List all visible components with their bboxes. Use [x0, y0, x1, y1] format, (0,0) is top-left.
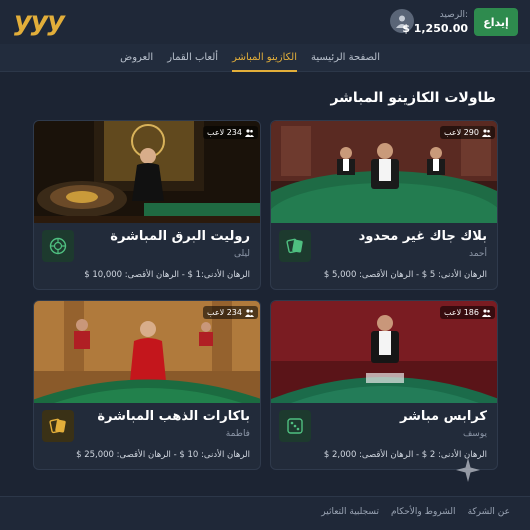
table-card-golden-baccarat[interactable]: 234 لاعب باكارات الذهب المباشرة فاطمة ال… [33, 300, 261, 470]
section-title: طاولات الكازينو المباشر [330, 90, 496, 106]
footer-link-terms[interactable]: الشروط والأحكام [391, 507, 456, 517]
nav-item-home[interactable]: الصفحة الرئيسية [311, 44, 380, 72]
bet-limits: الرهان الأدنى: 5 $ - الرهان الأقصى: 5,00… [323, 270, 487, 280]
table-card-blackjack[interactable]: 290 لاعب بلاك جاك غير محدود أحمد الرهان … [270, 120, 498, 290]
player-count: 290 لاعب [439, 126, 495, 139]
player-count: 186 لاعب [439, 306, 495, 319]
dealer-name: فاطمة [225, 429, 250, 439]
nav-item-promotions[interactable]: العروض [120, 44, 153, 72]
roulette-thumbnail: 234 لاعب [34, 121, 260, 223]
balance-value: $ 1,250.00 [402, 22, 468, 35]
players-icon [245, 308, 254, 317]
roulette-icon [42, 230, 74, 262]
nav-item-gambling-games[interactable]: ألعاب القمار [167, 44, 218, 72]
logo[interactable]: yyy [14, 6, 65, 37]
table-card-craps[interactable]: 186 لاعب كرابس مباشر يوسف الرهان الأدنى:… [270, 300, 498, 470]
table-title: بلاك جاك غير محدود [358, 229, 487, 244]
table-card-lightning-roulette[interactable]: 234 لاعب روليت البرق المباشرة ليلى الرها… [33, 120, 261, 290]
bet-limits: الرهان الأدنى: 10 $ - الرهان الأقصى: 25,… [76, 450, 250, 460]
dealer-name: أحمد [469, 249, 487, 259]
table-title: روليت البرق المباشرة [110, 229, 250, 244]
players-icon [482, 308, 491, 317]
players-icon [482, 128, 491, 137]
dealer-name: يوسف [462, 429, 487, 439]
dice-icon [279, 410, 311, 442]
top-bar: yyy الرصيد: $ 1,250.00 إيداع [0, 0, 530, 44]
main-nav: الصفحة الرئيسية الكازينو المباشر ألعاب ا… [0, 44, 530, 72]
dealer-name: ليلى [234, 249, 250, 259]
player-count: 234 لاعب [202, 306, 258, 319]
footer-link-third[interactable]: تسجلبية التعاثير [321, 507, 379, 517]
footer: عن الشركة الشروط والأحكام تسجلبية التعاث… [0, 496, 530, 530]
bet-limits: الرهان الأدنى:1 $ - الرهان الأقصى: 10,00… [84, 270, 250, 280]
cards-icon [279, 230, 311, 262]
table-title: كرابس مباشر [400, 409, 487, 424]
players-icon [245, 128, 254, 137]
deposit-button[interactable]: إيداع [474, 8, 518, 36]
footer-link-about[interactable]: عن الشركة [468, 507, 510, 517]
sparkle-icon [456, 458, 480, 486]
player-count: 234 لاعب [202, 126, 258, 139]
nav-item-live-casino[interactable]: الكازينو المباشر [232, 44, 297, 72]
craps-thumbnail: 186 لاعب [271, 301, 497, 403]
blackjack-thumbnail: 290 لاعب [271, 121, 497, 223]
cards-icon [42, 410, 74, 442]
table-title: باكارات الذهب المباشرة [97, 409, 250, 424]
baccarat-thumbnail: 234 لاعب [34, 301, 260, 403]
balance-label: الرصيد: [439, 10, 468, 20]
